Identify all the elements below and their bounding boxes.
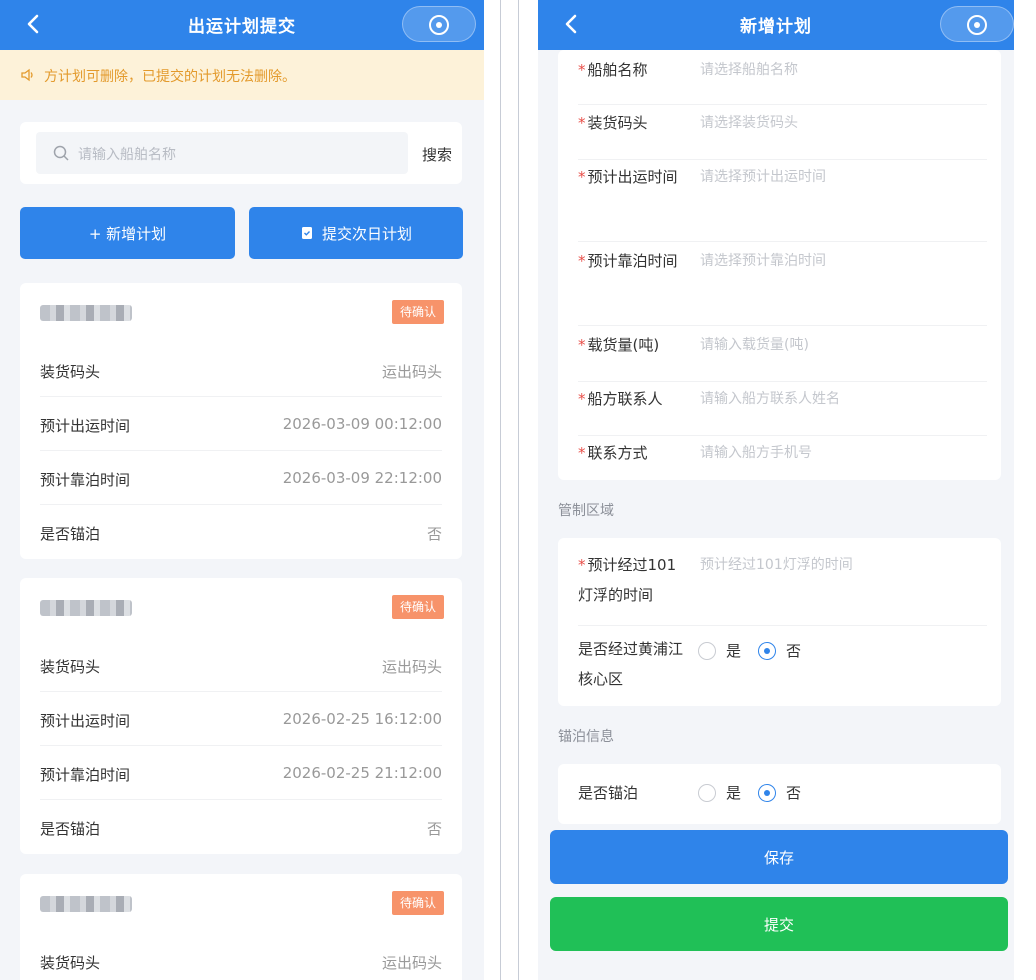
ship-name-redacted xyxy=(40,896,132,912)
search-button[interactable]: 搜索 xyxy=(422,144,452,165)
notice-bar: 方计划可删除，已提交的计划无法删除。 xyxy=(0,50,484,100)
loading-wharf-field[interactable]: * 装货码头 请选择装货码头 xyxy=(578,108,987,160)
list-item: 是否锚泊否 xyxy=(40,820,442,838)
list-item: 装货码头 运出码头 xyxy=(40,954,442,972)
capsule-button[interactable] xyxy=(402,6,476,42)
submit-button[interactable]: 提交 xyxy=(550,897,1008,951)
huangpu-yes-radio[interactable] xyxy=(698,642,716,660)
notice-text: 方计划可删除，已提交的计划无法删除。 xyxy=(44,69,296,85)
search-placeholder: 请输入船舶名称 xyxy=(78,147,176,163)
save-button[interactable]: 保存 xyxy=(550,830,1008,884)
divider xyxy=(518,0,519,980)
status-badge: 待确认 xyxy=(391,300,444,324)
radio-label: 否 xyxy=(786,642,802,660)
list-item: 预计出运时间 2026-03-09 00:12:00 xyxy=(40,397,442,451)
clipboard-icon xyxy=(301,227,312,239)
plan-card[interactable]: 待确认 装货码头 运出码头 xyxy=(20,874,462,980)
speaker-icon xyxy=(21,68,33,82)
navbar: 出运计划提交 xyxy=(0,0,484,50)
plan-card[interactable]: 待确认 装货码头 运出码头 预计出运时间 2026-02-25 16:12:00 预… xyxy=(20,578,462,854)
ship-name-field[interactable]: * 船舶名称 请选择船舶名称 xyxy=(578,55,987,105)
search-input[interactable]: 请输入船舶名称 xyxy=(36,132,408,174)
submit-next-day-label: 提交次日计划 xyxy=(321,224,412,243)
cargo-weight-field[interactable]: * 载货量(吨) 请输入载货量(吨) xyxy=(578,330,987,382)
section-title: 锚泊信息 xyxy=(558,729,614,745)
anchor-card: 是否锚泊 是 否 xyxy=(558,764,1001,824)
submit-next-day-button[interactable]: 提交次日计划 xyxy=(249,207,463,259)
anchor-field: 是否锚泊 xyxy=(578,784,639,802)
anchor-no-radio[interactable] xyxy=(758,784,776,802)
search-icon xyxy=(53,145,69,161)
berthing-time-field[interactable]: * 预计靠泊时间 请选择预计靠泊时间 xyxy=(578,246,987,326)
contact-person-field[interactable]: * 船方联系人 请输入船方联系人姓名 xyxy=(578,384,987,436)
navbar: 新增计划 xyxy=(538,0,1014,50)
departure-time-field[interactable]: * 预计出运时间 请选择预计出运时间 xyxy=(578,162,987,242)
list-item: 预计靠泊时间 2026-03-09 22:12:00 xyxy=(40,451,442,505)
ship-name-redacted xyxy=(40,600,132,616)
radio-label: 是 xyxy=(726,642,742,660)
capsule-button[interactable] xyxy=(940,6,1014,42)
huangpu-no-radio[interactable] xyxy=(758,642,776,660)
list-item: 预计靠泊时间 2026-02-25 21:12:00 xyxy=(40,746,442,800)
add-plan-button[interactable]: + 新增计划 xyxy=(20,207,235,259)
contact-phone-field[interactable]: * 联系方式 请输入船方手机号 xyxy=(578,438,987,478)
list-item: 是否锚泊否 xyxy=(40,525,442,543)
status-badge: 待确认 xyxy=(391,891,444,915)
add-plan-label: + 新增计划 xyxy=(88,224,167,243)
ship-name-redacted xyxy=(40,305,132,321)
control-area-card: * 预计经过101灯浮的时间 预计经过101灯浮的时间 是否经过黄浦江核心区 是 … xyxy=(558,538,1001,706)
list-item: 装货码头 运出码头 xyxy=(40,638,442,692)
divider xyxy=(500,0,501,980)
left-screen: 出运计划提交 方计划可删除，已提交的计划无法删除。 请输入船舶名称 搜索 + 新… xyxy=(0,0,484,980)
huangpu-core-field: 是否经过黄浦江核心区 xyxy=(578,640,684,688)
right-screen: 新增计划 * 船舶名称 请选择船舶名称 * 装货码头 请选择装货码头 * 预计出运时间… xyxy=(538,0,1014,980)
section-title: 管制区域 xyxy=(558,503,614,519)
radio-label: 是 xyxy=(726,784,742,802)
search-card: 请输入船舶名称 搜索 xyxy=(20,122,462,184)
radio-label: 否 xyxy=(786,784,802,802)
anchor-yes-radio[interactable] xyxy=(698,784,716,802)
plan-form: * 船舶名称 请选择船舶名称 * 装货码头 请选择装货码头 * 预计出运时间 请选择预… xyxy=(558,50,1001,480)
status-badge: 待确认 xyxy=(391,595,444,619)
plan-card[interactable]: 待确认 装货码头 运出码头 预计出运时间 2026-03-09 00:12:00 预… xyxy=(20,283,462,559)
lamp-time-field[interactable]: * 预计经过101灯浮的时间 预计经过101灯浮的时间 xyxy=(578,550,987,626)
list-item: 预计出运时间 2026-02-25 16:12:00 xyxy=(40,692,442,746)
list-item: 装货码头 运出码头 xyxy=(40,343,442,397)
